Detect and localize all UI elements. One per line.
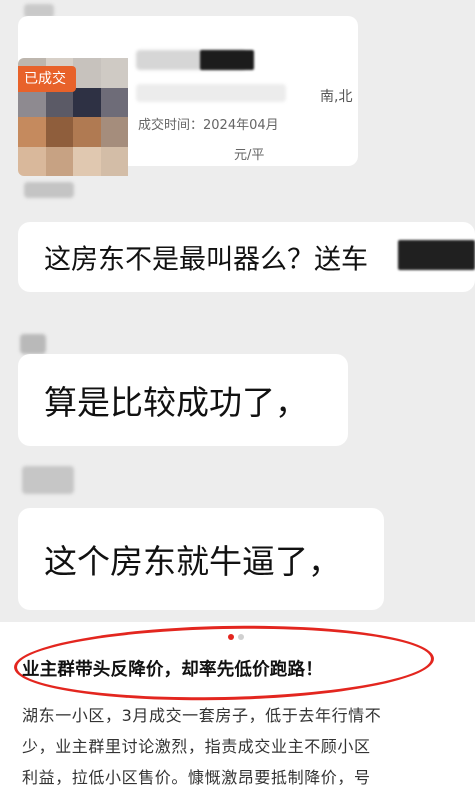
blurred-listing-subtitle: [136, 84, 286, 102]
unit-price: 元/平: [234, 148, 265, 163]
deal-time: 成交时间：2024年04月: [138, 118, 279, 133]
article-body-line: 利益，拉低小区售价。慷慨激昂要抵制降价，号: [22, 768, 371, 787]
blurred-sender-name: [22, 466, 74, 494]
blurred-sender-name: [24, 182, 74, 198]
article-body-line: 少，业主群里讨论激烈，指责成交业主不顾小区: [22, 737, 371, 756]
deal-status-tag: 已成交: [18, 66, 76, 92]
deal-direction: 南,北: [320, 89, 353, 105]
chat-screenshot: 已成交 南,北 成交时间：2024年04月 元/平 这房东不是最叫器么？送车 算…: [0, 0, 475, 622]
article-body-line: 湖东一小区，3月成交一套房子，低于去年行情不: [22, 706, 382, 725]
redacted-message-tail: [398, 240, 475, 270]
redacted-title-block: [200, 50, 254, 70]
blurred-sender-name: [20, 334, 46, 354]
listing-card[interactable]: 已成交 南,北 成交时间：2024年04月 元/平: [18, 16, 358, 176]
message-text: 算是比较成功了，: [44, 383, 308, 422]
chat-message: 这个房东就牛逼了，: [18, 508, 384, 610]
message-text: 这房东不是最叫器么？送车: [44, 244, 368, 276]
message-text: 这个房东就牛逼了，: [44, 542, 341, 581]
article-headline[interactable]: 业主群带头反降价，却率先低价跑路！: [22, 656, 323, 681]
chat-message: 算是比较成功了，: [18, 354, 348, 446]
